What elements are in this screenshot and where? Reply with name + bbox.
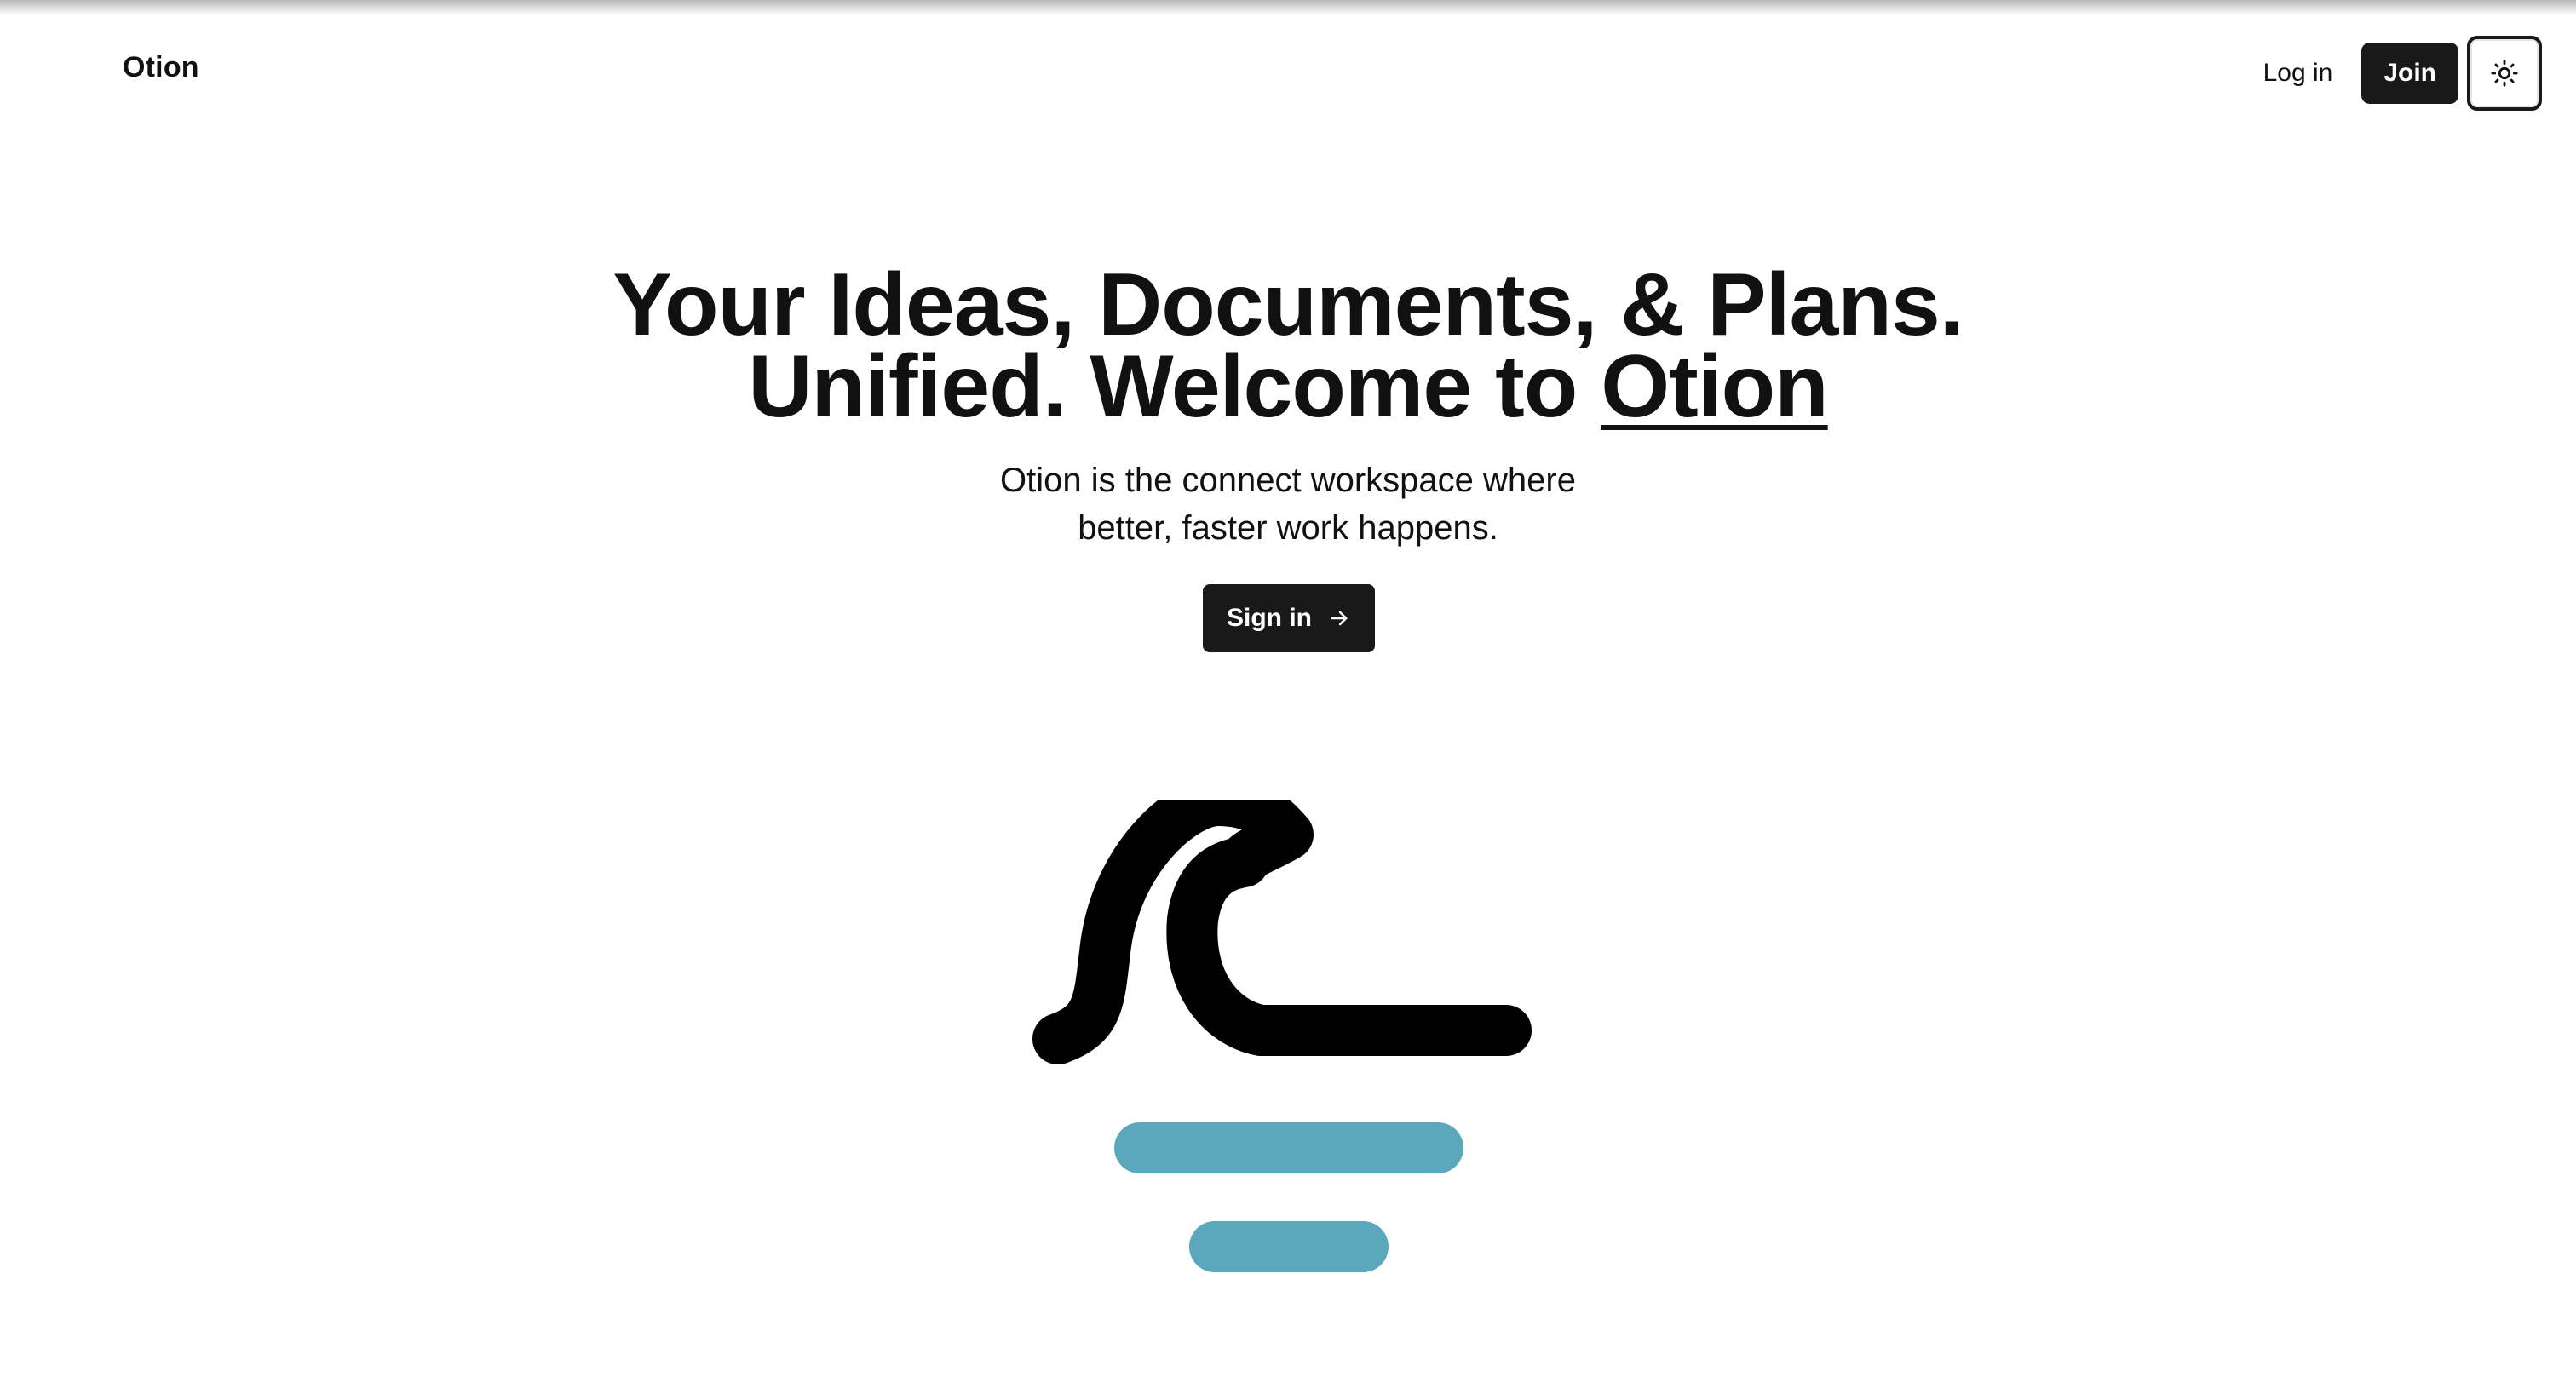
wave-logo-illustration xyxy=(1032,800,1532,1272)
theme-toggle-button[interactable] xyxy=(2467,36,2542,111)
hero-section: Your Ideas, Documents, & Plans. Unified.… xyxy=(0,261,2576,552)
hero-subtitle: Otion is the connect workspace where bet… xyxy=(905,456,1671,552)
site-header: Otion Log in Join xyxy=(0,0,2576,146)
sign-in-button[interactable]: Sign in xyxy=(1203,584,1375,652)
sign-in-label: Sign in xyxy=(1227,604,1312,632)
sun-icon xyxy=(2491,60,2518,87)
arrow-right-icon xyxy=(1331,611,1348,626)
wave-bar-short xyxy=(1189,1221,1389,1272)
hero-headline: Your Ideas, Documents, & Plans. Unified.… xyxy=(0,261,2576,431)
header-actions: Log in Join xyxy=(2234,32,2542,114)
join-button[interactable]: Join xyxy=(2361,43,2458,104)
brand-logo[interactable]: Otion xyxy=(123,51,199,84)
subtitle-line-2: better, faster work happens. xyxy=(1078,509,1498,547)
wave-shape xyxy=(1032,800,1532,1064)
wave-bar-long xyxy=(1114,1122,1463,1173)
subtitle-line-1: Otion is the connect workspace where xyxy=(1000,462,1576,499)
headline-line-2-prefix: Unified. Welcome to xyxy=(748,337,1601,436)
page: Otion Log in Join Your Ideas, Documents,… xyxy=(0,0,2576,1400)
login-button[interactable]: Log in xyxy=(2234,43,2362,104)
headline-brand-word: Otion xyxy=(1601,337,1828,436)
